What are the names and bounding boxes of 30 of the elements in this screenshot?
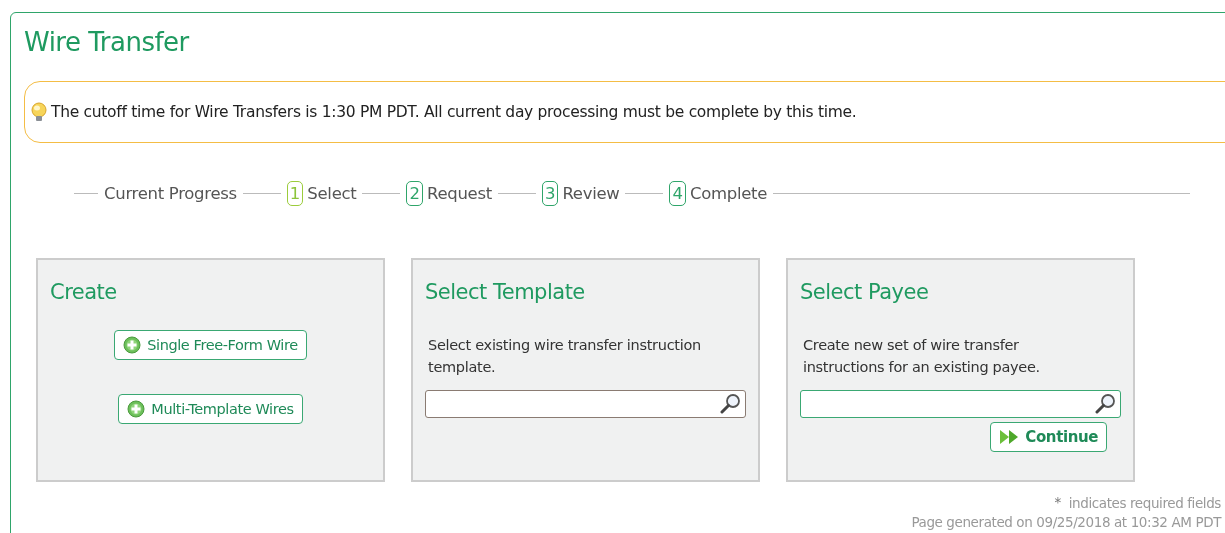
step-label: Select [307, 184, 357, 203]
step-number: 1 [286, 181, 304, 206]
step-number: 2 [406, 181, 423, 206]
required-mark: * [1054, 494, 1061, 512]
continue-button[interactable]: Continue [990, 422, 1107, 452]
search-icon [720, 393, 742, 415]
step-number: 3 [541, 181, 559, 206]
panel-title: Select Template [425, 280, 586, 304]
plus-icon [123, 336, 142, 354]
step-label: Request [426, 184, 492, 203]
panel-title: Select Payee [800, 280, 930, 304]
panel-description: Select existing wire transfer instruction template. [428, 336, 702, 377]
search-field[interactable] [425, 390, 746, 418]
panel-description: Create new set of wire transfer instructions for an existing payee. [803, 336, 1041, 377]
required-note: indicates required fields [1068, 494, 1221, 513]
step-label: Review [562, 184, 620, 203]
search-icon [1095, 393, 1117, 415]
create-button[interactable]: Single Free-Form Wire [114, 330, 307, 360]
step-label: Complete [689, 184, 768, 203]
panel-title: Create [50, 280, 118, 304]
generated-note: Page generated on 09/25/2018 at 10:32 AM PDT [911, 513, 1221, 532]
create-button[interactable]: Multi-Template Wires [118, 394, 303, 424]
notice-text: The cutoff time for Wire Transfers is 1:30 PM PDT. All current day processing must be complete by this time. [51, 103, 857, 121]
page-title: Wire Transfer [24, 27, 191, 57]
plus-icon [127, 400, 146, 418]
step-number: 4 [669, 181, 686, 206]
search-field[interactable] [800, 390, 1121, 418]
double-arrow-icon [999, 428, 1020, 446]
lightbulb-icon [30, 102, 48, 122]
progress-label: Current Progress [104, 184, 237, 203]
